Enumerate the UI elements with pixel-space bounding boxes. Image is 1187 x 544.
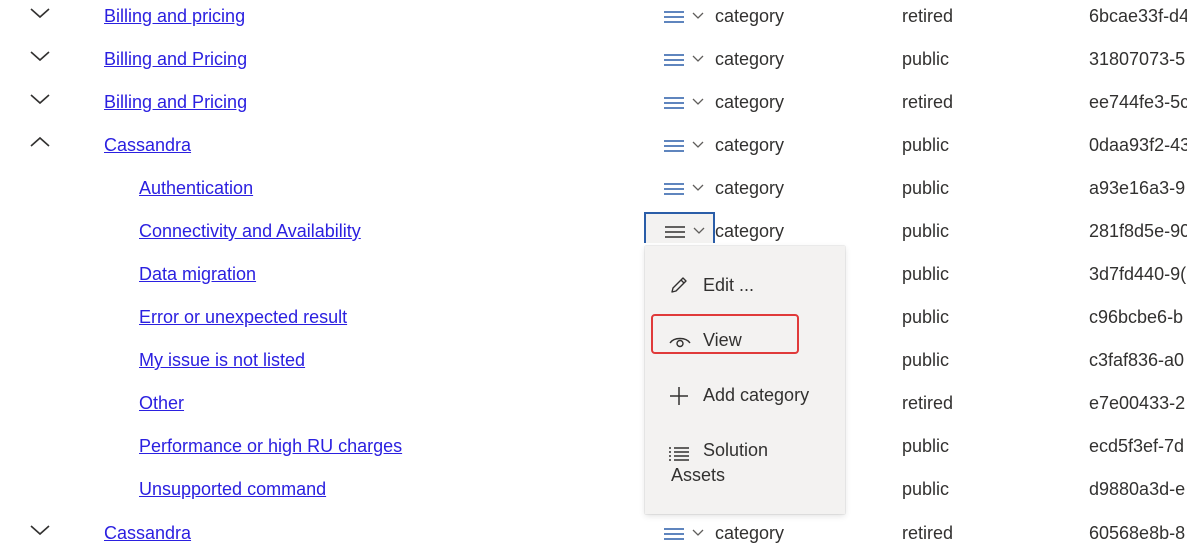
row-status: public xyxy=(902,350,950,370)
menu-item-label: Edit ... xyxy=(703,275,755,295)
row-menu-button[interactable] xyxy=(656,88,712,118)
row-status: public xyxy=(902,178,950,198)
menu-item-label: Assets xyxy=(671,465,726,485)
category-name-link[interactable]: Billing and Pricing xyxy=(104,47,247,71)
subcategory-name-link[interactable]: My issue is not listed xyxy=(139,348,305,372)
row-id: c3faf836-a0 xyxy=(1089,350,1185,370)
category-name-link[interactable]: Billing and pricing xyxy=(104,4,245,28)
row-id: 3d7fd440-9( xyxy=(1089,264,1187,284)
table-row: Data migration category public 3d7fd440-… xyxy=(0,260,1187,303)
table-row: Authentication category public a93e16a3-… xyxy=(0,174,1187,217)
row-status: retired xyxy=(902,92,954,112)
row-menu-button[interactable] xyxy=(656,174,712,204)
row-type: category xyxy=(715,523,785,543)
plus-icon xyxy=(669,386,689,413)
menu-item-label: View xyxy=(703,330,742,350)
table-row: Connectivity and Availability category p… xyxy=(0,217,1187,260)
row-status: retired xyxy=(902,523,954,543)
row-type: category xyxy=(715,92,785,112)
subcategory-name-link[interactable]: Data migration xyxy=(139,262,256,286)
subcategory-name-link[interactable]: Unsupported command xyxy=(139,477,326,501)
menu-item-solution-assets[interactable]: Solution Assets xyxy=(645,438,845,490)
row-id: ecd5f3ef-7d xyxy=(1089,436,1185,456)
row-status: public xyxy=(902,264,950,284)
row-type: category xyxy=(715,221,785,241)
row-menu-button[interactable] xyxy=(656,131,712,161)
row-type: category xyxy=(715,6,785,26)
category-list: Billing and pricing category retired 6bc… xyxy=(0,0,1187,544)
subcategory-name-link[interactable]: Other xyxy=(139,391,184,415)
subcategory-name-link[interactable]: Performance or high RU charges xyxy=(139,434,402,458)
subcategory-name-link[interactable]: Authentication xyxy=(139,176,253,200)
chevron-down-icon[interactable] xyxy=(28,521,52,541)
table-row: Billing and pricing category retired 6bc… xyxy=(0,2,1187,45)
row-menu-button[interactable] xyxy=(656,45,712,75)
row-status: public xyxy=(902,307,950,327)
table-row: Billing and Pricing category retired ee7… xyxy=(0,88,1187,131)
row-status: public xyxy=(902,479,950,499)
chevron-down-icon[interactable] xyxy=(28,47,52,67)
table-row: Performance or high RU charges category … xyxy=(0,432,1187,475)
pencil-icon xyxy=(669,275,689,302)
table-row: Cassandra category retired 60568e8b-8 xyxy=(0,519,1187,544)
category-name-link[interactable]: Cassandra xyxy=(104,521,191,544)
table-row: Cassandra category public 0daa93f2-43 xyxy=(0,131,1187,174)
menu-item-add-category[interactable]: Add category xyxy=(645,382,845,412)
row-id: 0daa93f2-43 xyxy=(1089,135,1187,155)
row-status: public xyxy=(902,135,950,155)
row-id: ee744fe3-5c xyxy=(1089,92,1187,112)
table-row: Billing and Pricing category public 3180… xyxy=(0,45,1187,88)
menu-item-view[interactable]: View xyxy=(645,327,845,357)
row-id: a93e16a3-9 xyxy=(1089,178,1186,198)
row-id: 281f8d5e-90 xyxy=(1089,221,1187,241)
eye-icon xyxy=(669,332,691,357)
row-id: 6bcae33f-d4 xyxy=(1089,6,1187,26)
row-type: category xyxy=(715,135,785,155)
chevron-up-icon[interactable] xyxy=(28,133,52,153)
chevron-down-icon[interactable] xyxy=(28,90,52,110)
table-row: Error or unexpected result category publ… xyxy=(0,303,1187,346)
row-type: category xyxy=(715,178,785,198)
row-id: 60568e8b-8 xyxy=(1089,523,1186,543)
row-id: e7e00433-2 xyxy=(1089,393,1186,413)
row-context-menu: Edit ... View Add category Solution Asse… xyxy=(645,246,845,514)
row-id: 31807073-5 xyxy=(1089,49,1186,69)
category-name-link[interactable]: Cassandra xyxy=(104,133,191,157)
menu-item-edit[interactable]: Edit ... xyxy=(645,272,845,302)
row-id: d9880a3d-e xyxy=(1089,479,1186,499)
row-status: retired xyxy=(902,6,954,26)
menu-item-label: Add category xyxy=(703,385,810,405)
table-row: My issue is not listed category public c… xyxy=(0,346,1187,389)
row-status: public xyxy=(902,221,950,241)
row-menu-button-active[interactable] xyxy=(644,212,715,243)
table-row: Unsupported command category public d988… xyxy=(0,475,1187,518)
row-menu-button[interactable] xyxy=(656,2,712,32)
row-menu-button[interactable] xyxy=(656,519,712,544)
row-status: public xyxy=(902,436,950,456)
row-type: category xyxy=(715,49,785,69)
chevron-down-icon[interactable] xyxy=(28,4,52,24)
row-status: public xyxy=(902,49,950,69)
menu-item-label: Solution xyxy=(703,440,769,460)
subcategory-name-link[interactable]: Connectivity and Availability xyxy=(139,219,361,243)
table-row: Other category retired e7e00433-2 xyxy=(0,389,1187,432)
category-name-link[interactable]: Billing and Pricing xyxy=(104,90,247,114)
subcategory-name-link[interactable]: Error or unexpected result xyxy=(139,305,347,329)
row-status: retired xyxy=(902,393,954,413)
row-id: c96bcbe6-b xyxy=(1089,307,1184,327)
